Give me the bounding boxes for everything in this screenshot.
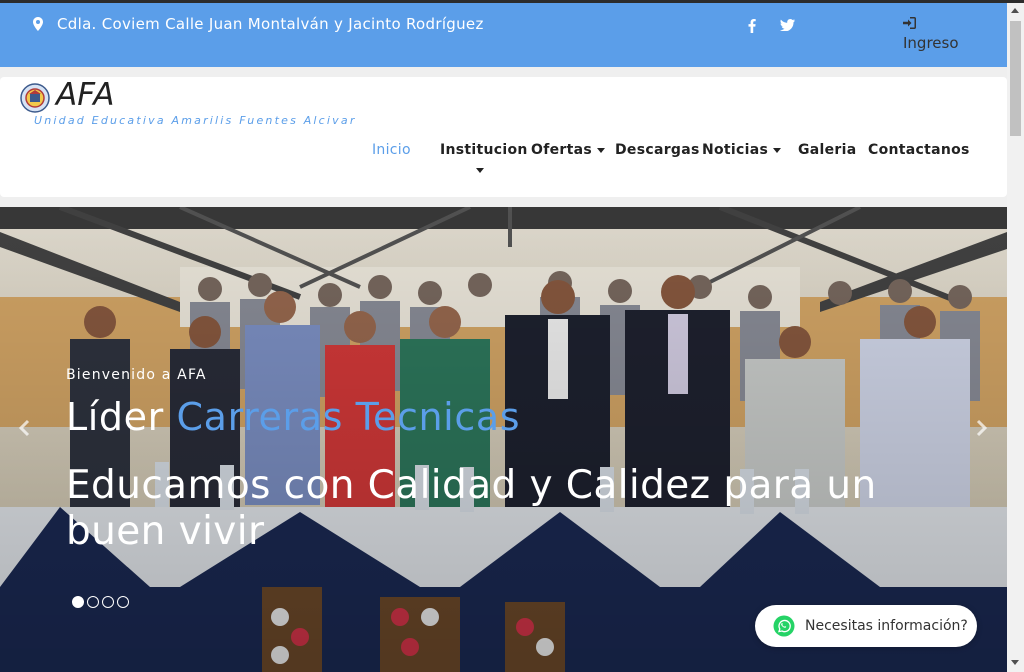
hero-title-accent: Carreras Tecnicas [176, 395, 521, 439]
nav-item-inicio[interactable]: Inicio [372, 142, 411, 158]
facebook-link[interactable] [748, 19, 756, 33]
school-logo[interactable] [20, 83, 50, 113]
carousel-prev-arrow[interactable] [14, 417, 36, 439]
nav-item-label: Descargas [615, 142, 700, 158]
scroll-up-arrow-icon[interactable] [1011, 8, 1019, 13]
nav-item-label: Ofertas [531, 142, 592, 158]
facebook-icon [748, 19, 756, 33]
nav-item-label: Contactanos [868, 142, 970, 158]
carousel-dot[interactable] [117, 596, 129, 608]
nav-item-descargas[interactable]: Descargas [615, 142, 700, 158]
twitter-link[interactable] [780, 19, 795, 31]
whatsapp-chat-label: Necesitas información? [805, 618, 968, 634]
hero-title: Líder Carreras Tecnicas [66, 395, 520, 439]
nav-item-contactanos[interactable]: Contactanos [868, 142, 970, 158]
hero-title-prefix: Líder [66, 395, 164, 439]
nav-item-noticias[interactable]: Noticias [702, 142, 782, 158]
site-header: AFA Unidad Educativa Amarilis Fuentes Al… [0, 77, 1007, 197]
address-text: Cdla. Coviem Calle Juan Montalván y Jaci… [57, 15, 484, 33]
login-label: Ingreso [903, 34, 959, 52]
nav-item-label: Inicio [372, 142, 411, 158]
carousel-dot[interactable] [102, 596, 114, 608]
nav-item-label: Noticias [702, 142, 769, 158]
whatsapp-chat-button[interactable]: Necesitas información? [755, 605, 977, 647]
hero-kicker: Bienvenido a AFA [66, 367, 207, 383]
page-scrollbar[interactable] [1007, 3, 1024, 672]
hero-carousel: Bienvenido a AFA Líder Carreras Tecnicas… [0, 207, 1007, 672]
nav-item-label: Institucion [440, 142, 528, 158]
carousel-next-arrow[interactable] [970, 417, 992, 439]
top-contact-bar: Cdla. Coviem Calle Juan Montalván y Jaci… [0, 3, 1007, 67]
carousel-dot[interactable] [72, 596, 84, 608]
whatsapp-icon [773, 615, 795, 637]
nav-item-institucion[interactable]: Institucion [440, 142, 528, 173]
chevron-down-icon [773, 147, 782, 153]
twitter-icon [780, 19, 795, 31]
sign-in-icon [903, 17, 916, 29]
nav-item-ofertas[interactable]: Ofertas [531, 142, 605, 158]
hero-subtitle: Educamos con Calidad y Calidez para un b… [66, 463, 877, 554]
scroll-thumb[interactable] [1010, 21, 1021, 136]
scroll-down-arrow-icon[interactable] [1011, 660, 1019, 665]
nav-item-galeria[interactable]: Galeria [798, 142, 856, 158]
carousel-indicators [72, 596, 129, 608]
login-link[interactable]: Ingreso [903, 17, 959, 52]
map-marker-icon [33, 17, 43, 31]
brand-tagline: Unidad Educativa Amarilis Fuentes Alciva… [34, 114, 357, 127]
nav-item-label: Galeria [798, 142, 857, 158]
brand-name[interactable]: AFA [56, 77, 114, 113]
address: Cdla. Coviem Calle Juan Montalván y Jaci… [33, 15, 484, 33]
carousel-dot[interactable] [87, 596, 99, 608]
hero-photo [0, 207, 1007, 672]
chevron-down-icon [476, 168, 484, 173]
chevron-down-icon [596, 147, 605, 153]
